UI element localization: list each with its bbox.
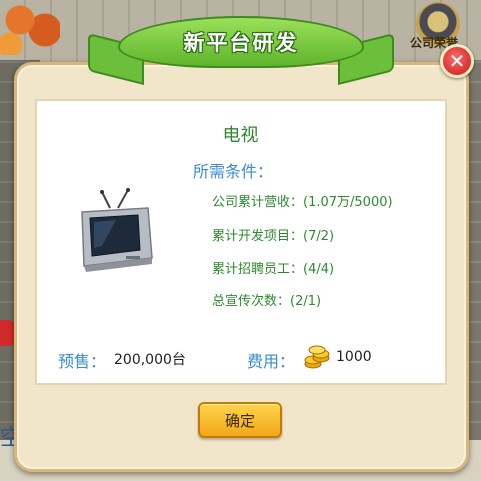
requirement-promotions: 总宣传次数：(2/1) <box>212 294 322 309</box>
dialog-title: 新平台研发 <box>183 31 299 55</box>
requirement-employees: 累计招聘员工：(4/4) <box>212 262 335 277</box>
close-button[interactable]: ✕ <box>440 44 474 78</box>
cost-label: 费用： <box>247 352 296 371</box>
confirm-button-label: 确定 <box>224 411 255 430</box>
requirements-header: 所需条件： <box>193 162 274 181</box>
requirement-projects: 累计开发项目：(7/2) <box>212 229 335 244</box>
requirement-revenue: 公司累计营收：(1.07万/5000) <box>212 195 393 210</box>
confirm-button[interactable]: 确定 <box>198 402 282 438</box>
tv-icon <box>81 188 153 272</box>
gold-coin-icon <box>304 345 330 369</box>
background-foliage <box>0 0 60 55</box>
platform-name: 电视 <box>222 125 259 146</box>
presale-label: 预售： <box>58 352 107 371</box>
presale-value: 200,000台 <box>114 352 186 368</box>
cost-value: 1000 <box>336 349 372 365</box>
close-icon: ✕ <box>448 49 466 73</box>
